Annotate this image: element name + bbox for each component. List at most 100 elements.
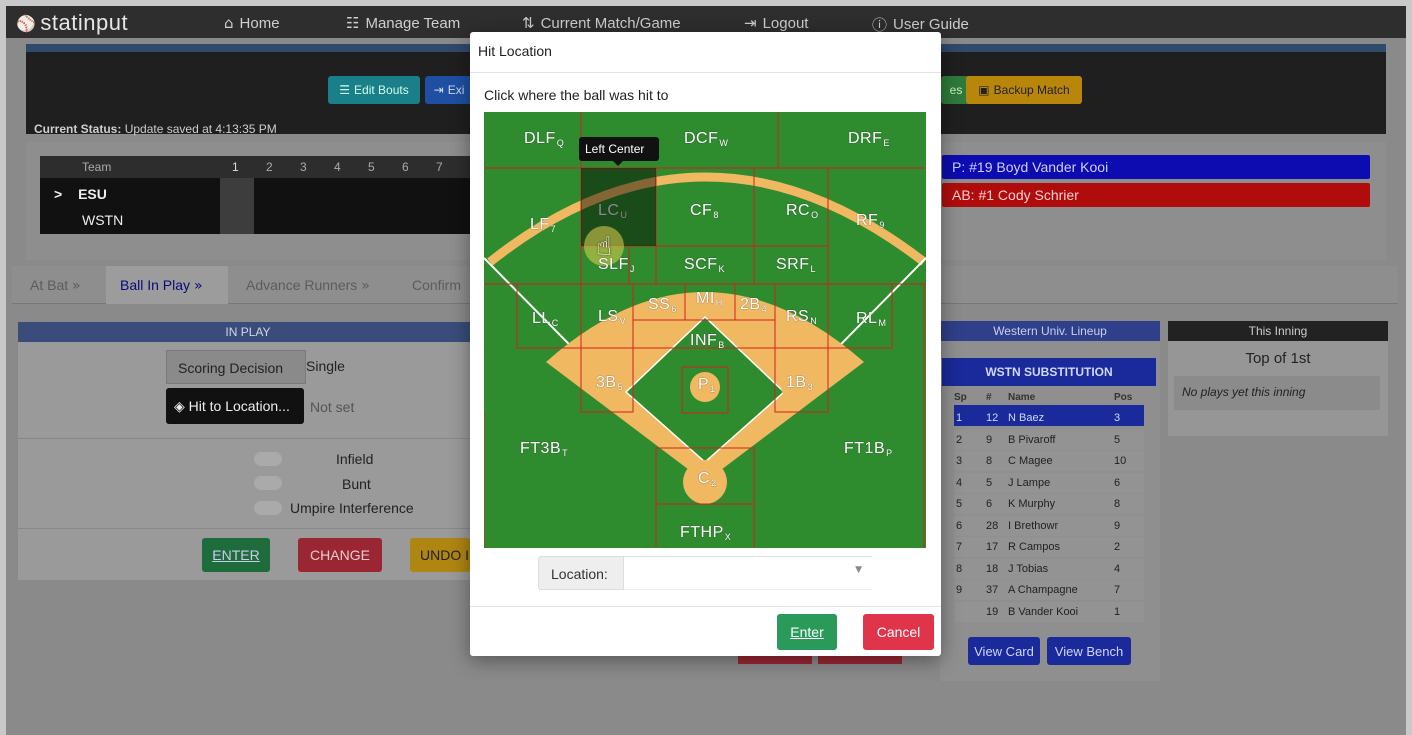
lineup-cell-name: B Vander Kooi [1008,605,1079,618]
substitution-header[interactable]: WSTN SUBSTITUTION [942,358,1156,386]
scoreboard-row-esu[interactable]: > ESU [54,186,107,202]
nav-home-label: Home [239,14,280,32]
backup-match-button[interactable]: ▣ Backup Match [966,76,1082,104]
undo-button[interactable]: UNDO I [410,538,470,572]
scoreboard-row-wstn[interactable]: WSTN [82,212,123,228]
nav-logout-label: Logout [762,14,809,32]
inning-5: 5 [368,160,375,174]
zone-tooltip: Left Center [579,137,659,166]
zone-p[interactable]: P1 [698,376,716,394]
lineup-cell-sp: 4 [956,476,963,489]
this-inning-panel: This Inning Top of 1st No plays yet this… [1168,321,1388,436]
lineup-cell-sp: 3 [956,455,963,467]
zone-slf-code: J [629,264,635,274]
zone-inf[interactable]: INFB [690,332,725,350]
lineup-row[interactable]: 9 37 A Champagne 7 [954,580,1144,600]
lineup-cell-num: 8 [986,455,993,467]
enter-button[interactable]: Enter [777,614,837,650]
nav-manage-team-label: Manage Team [365,14,461,32]
zone-3b[interactable]: 3B5 [596,374,623,392]
zone-2b-code: 4 [761,304,768,314]
lineup-row[interactable]: 6 28 I Brethowr 9 [954,515,1144,536]
zone-ss[interactable]: SS6 [648,296,677,314]
zone-ls[interactable]: LSV [598,308,626,326]
lineup-row[interactable]: 1 12 N Baez 3 [954,408,1144,428]
lineup-row[interactable]: 5 6 K Murphy 8 [954,494,1144,514]
lineup-row[interactable]: 3 8 C Magee 10 [954,451,1144,471]
lineup-cell-num: 9 [986,433,993,446]
zone-srf[interactable]: SRFL [776,256,816,274]
scoring-decision-value[interactable]: Single [306,358,345,374]
nav-home[interactable]: ⌂ Home [224,14,280,32]
nav-logout[interactable]: ⇥ Logout [744,14,808,32]
change-button[interactable]: CHANGE [298,538,382,572]
zone-fthp-code: X [724,532,732,542]
lineup-cell-pos: 5 [1114,433,1121,446]
brand-logo[interactable]: ⚾ statinput [16,10,128,36]
tab-ball-in-play[interactable]: Ball In Play » [106,266,228,304]
zone-rc[interactable]: RCO [786,202,819,220]
cancel-button[interactable]: Cancel [863,614,934,650]
exit-button[interactable]: ⇥ Exi [425,76,473,104]
location-select[interactable]: ▼ [624,556,872,590]
zone-rl[interactable]: RLM [856,310,886,328]
zone-p-code: 1 [710,384,716,394]
zone-cf[interactable]: CF8 [690,202,719,220]
bunt-toggle[interactable] [254,476,282,490]
zone-mi[interactable]: MIH [696,290,723,308]
infield-toggle[interactable] [254,452,282,466]
zone-rs[interactable]: RSN [786,308,817,326]
lineup-cell-pos: 1 [1114,605,1121,618]
zone-rl-label: RL [856,310,878,327]
hit-to-location-button[interactable]: ◈ Hit to Location... [166,388,304,424]
zone-ss-code: 6 [671,304,677,314]
zone-lf[interactable]: LF7 [530,216,556,234]
lineup-row[interactable]: 19 B Vander Kooi 1 [954,601,1144,622]
edit-bouts-button[interactable]: ☰ Edit Bouts [328,76,420,104]
backup-match-label: Backup Match [993,83,1070,97]
zone-dlf[interactable]: DLFQ [524,130,564,148]
lineup-cell-name: R Campos [1008,541,1060,553]
hit-location-modal: Hit Location Click where the ball was hi… [470,32,941,656]
zone-c[interactable]: C2 [698,470,717,488]
this-inning-header: This Inning [1168,321,1388,341]
zone-scf[interactable]: SCFK [684,256,725,274]
zone-3b-code: 5 [617,382,624,392]
zone-lc[interactable]: LCU [598,202,627,220]
exit-label: Exi [447,83,465,97]
zone-ft3b[interactable]: FT3BT [520,440,568,458]
umpire-interference-toggle[interactable] [254,501,282,515]
lineup-row[interactable]: 4 5 J Lampe 6 [954,472,1144,493]
lineup-row[interactable]: 2 9 B Pivaroff 5 [954,429,1144,450]
tab-confirm[interactable]: Confirm [398,266,475,304]
zone-ll-label: LL [532,310,551,327]
zone-inf-label: INF [690,332,718,349]
logout-icon: ⇥ [744,14,757,32]
field-diagram[interactable]: DLFQ DCFW DRFE LF7 LCU CF8 RCO RF9 SLFJ … [484,112,926,548]
view-bench-button[interactable]: View Bench [1047,637,1131,665]
tab-at-bat[interactable]: At Bat » [16,266,95,304]
zone-rf[interactable]: RF9 [856,212,885,230]
zone-ft1b[interactable]: FT1BP [844,440,893,458]
lineup-row[interactable]: 8 18 J Tobias 4 [954,558,1144,579]
tab-confirm-label: Confirm [412,277,462,293]
zone-rc-code: O [811,210,819,220]
enter-play-button[interactable]: ENTER [202,538,270,572]
zone-ll[interactable]: LLC [532,310,559,328]
lineup-panel: Western Univ. Lineup WSTN SUBSTITUTION S… [940,321,1160,681]
lineup-cell-num: 18 [986,562,999,575]
nav-manage-team[interactable]: ☷ Manage Team [346,14,460,32]
zone-1b[interactable]: 1B3 [786,374,813,392]
list-icon: ☰ [339,83,351,97]
zone-drf[interactable]: DRFE [848,130,890,148]
nav-current-match[interactable]: ⇅ Current Match/Game [522,14,681,32]
zone-fthp[interactable]: FTHPX [680,524,731,542]
lineup-cell-pos: 4 [1114,562,1121,575]
zone-2b[interactable]: 2B4 [740,296,767,314]
view-card-button[interactable]: View Card [968,637,1040,665]
zone-dcf-label: DCF [684,130,719,147]
bunt-label: Bunt [342,476,371,492]
tab-advance-runners[interactable]: Advance Runners » [232,266,384,304]
lineup-row[interactable]: 7 17 R Campos 2 [954,537,1144,557]
zone-dcf[interactable]: DCFW [684,130,728,148]
